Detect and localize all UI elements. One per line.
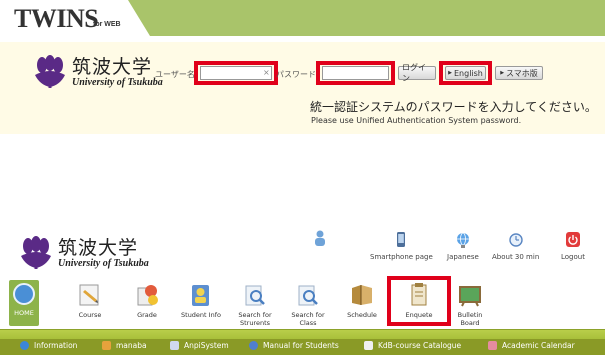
english-button-label: English <box>453 68 483 78</box>
nav-enquete[interactable]: Enquete <box>395 282 443 319</box>
clock-icon <box>508 233 523 247</box>
english-button[interactable]: ▶ English <box>445 66 486 80</box>
twins-composite-page: TWINS for WEB 筑波大学 University of Tsukuba… <box>0 0 605 355</box>
nav-home[interactable]: HOME <box>9 280 39 326</box>
home-icon <box>13 283 35 305</box>
smartphone-page-link[interactable]: Smartphone page <box>370 232 433 261</box>
password-input[interactable] <box>322 66 389 80</box>
paulownia-crest-icon <box>35 55 65 88</box>
search-students-icon <box>245 285 265 306</box>
nav-label: Enquete <box>405 311 433 319</box>
smartphone-button[interactable]: ▶ スマホ版 <box>495 66 543 80</box>
japanese-link[interactable]: Japanese <box>447 232 479 261</box>
grade-icon <box>137 285 158 306</box>
university-name-jp: 筑波大学 <box>72 55 153 78</box>
university-logo-menu: 筑波大学 University of Tsukuba <box>18 236 149 270</box>
university-name-jp: 筑波大学 <box>58 236 139 259</box>
university-name-en: University of Tsukuba <box>58 257 149 269</box>
triangle-right-icon: ▶ <box>500 70 505 76</box>
username-input[interactable] <box>200 66 272 80</box>
logout-button[interactable]: Logout <box>561 232 585 261</box>
nav-label: Course <box>78 311 102 319</box>
app-title: TWINS <box>14 4 99 33</box>
nav-bulletin-board[interactable]: Bulletin Board <box>446 282 494 327</box>
user-status <box>313 230 327 246</box>
globe-icon <box>456 232 469 248</box>
smartphone-button-label: スマホ版 <box>506 68 538 78</box>
smartphone-icon <box>397 232 406 247</box>
bulletin-board-icon <box>459 286 481 307</box>
calendar-icon <box>488 341 497 350</box>
link-label: Manual for Students <box>263 341 339 350</box>
password-notice-en: Please use Unified Authentication System… <box>311 116 522 125</box>
link-manaba[interactable]: manaba <box>102 341 147 350</box>
user-icon <box>315 230 325 246</box>
japanese-label: Japanese <box>447 253 479 261</box>
link-label: KdB-course Catalogue <box>378 341 462 350</box>
session-time-label: About 30 min <box>492 253 540 261</box>
university-logo: 筑波大学 University of Tsukuba <box>32 55 163 89</box>
app-subtitle: for WEB <box>93 21 121 28</box>
triangle-right-icon: ▶ <box>448 70 452 76</box>
nav-label: Schedule <box>347 311 377 319</box>
link-label: AnpiSystem <box>184 341 229 350</box>
session-time: About 30 min <box>492 232 539 261</box>
search-class-icon <box>298 285 318 306</box>
nav-label: Search for Strurents <box>238 311 272 327</box>
link-manual-for-students[interactable]: Manual for Students <box>249 341 339 350</box>
clear-icon[interactable]: × <box>263 68 270 77</box>
nav-search-students[interactable]: Search for Strurents <box>231 282 279 327</box>
password-notice-jp: 統一認証システムのパスワードを入力してください。 <box>310 100 597 114</box>
link-label: Academic Calendar <box>502 341 575 350</box>
password-label: パスワード <box>276 70 316 79</box>
paulownia-crest-icon <box>21 236 51 269</box>
university-name-en: University of Tsukuba <box>72 76 163 88</box>
course-icon <box>79 284 99 306</box>
schedule-icon <box>352 285 372 305</box>
link-label: Information <box>34 341 78 350</box>
student-info-icon <box>192 285 209 306</box>
manaba-icon <box>102 341 111 350</box>
nav-grade[interactable]: Grade <box>123 282 171 319</box>
link-information[interactable]: Information <box>20 341 77 350</box>
catalogue-icon <box>364 341 373 350</box>
link-academic-calendar[interactable]: Academic Calendar <box>488 341 575 350</box>
power-icon <box>565 232 580 247</box>
anpi-icon <box>170 341 179 350</box>
username-label: ユーザー名 <box>155 70 195 79</box>
login-button[interactable]: ログイン <box>398 63 436 83</box>
login-button-label: ログイン <box>402 63 426 83</box>
nav-schedule[interactable]: Schedule <box>338 282 386 319</box>
nav-label: Student Info <box>181 311 221 319</box>
link-anpi-system[interactable]: AnpiSystem <box>170 341 229 350</box>
link-label: manaba <box>116 341 147 350</box>
nav-student-info[interactable]: Student Info <box>177 282 225 319</box>
nav-search-class[interactable]: Search for Class <box>284 282 332 327</box>
nav-label: HOME <box>14 309 34 317</box>
smartphone-page-label: Smartphone page <box>370 253 433 261</box>
nav-course[interactable]: Course <box>66 282 114 319</box>
enquete-icon <box>411 283 427 306</box>
manual-icon <box>249 341 258 350</box>
logout-label: Logout <box>561 253 585 261</box>
nav-label: Grade <box>137 311 157 319</box>
nav-label: Search for Class <box>291 311 325 327</box>
link-kdb-course-catalogue[interactable]: KdB-course Catalogue <box>364 341 461 350</box>
nav-label: Bulletin Board <box>457 311 483 327</box>
info-icon <box>20 341 29 350</box>
